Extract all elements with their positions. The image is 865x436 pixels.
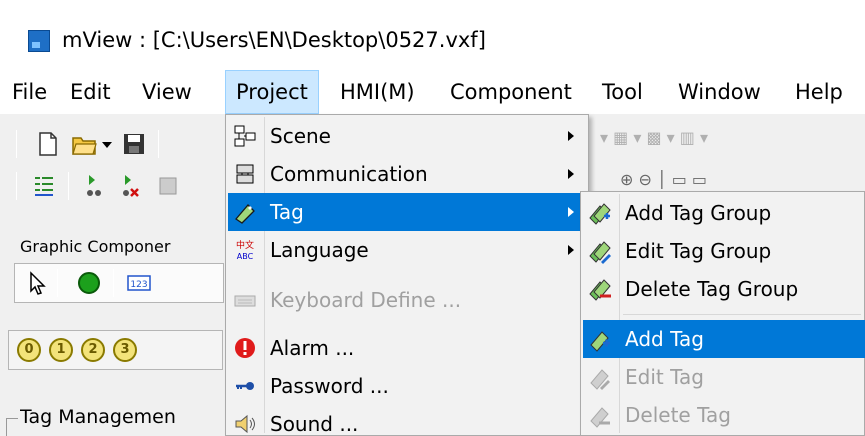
download-icon[interactable] xyxy=(80,172,108,200)
svg-text:中文: 中文 xyxy=(236,239,254,251)
menu-hmi[interactable]: HMI(M) xyxy=(330,70,425,114)
open-folder-icon[interactable] xyxy=(70,130,98,158)
pointer-icon[interactable] xyxy=(23,269,51,297)
menu-item-delete-tag-group[interactable]: Delete Tag Group xyxy=(583,270,865,308)
svg-text:ABC: ABC xyxy=(237,252,254,261)
menu-item-label: Communication xyxy=(270,162,428,186)
menu-item-label: Delete Tag Group xyxy=(625,277,799,301)
menu-item-label: Sound ... xyxy=(270,412,359,436)
stop-download-icon[interactable] xyxy=(116,172,144,200)
menu-item-label: Add Tag Group xyxy=(625,201,772,225)
submenu-arrow-icon xyxy=(568,131,574,141)
open-dropdown-icon[interactable] xyxy=(102,142,112,148)
list-icon[interactable] xyxy=(30,172,58,200)
menu-item-label: Language xyxy=(270,238,369,262)
menu-item-label: Delete Tag xyxy=(625,403,731,427)
menu-item-tag[interactable]: Tag xyxy=(228,193,586,231)
menu-item-label: Keyboard Define ... xyxy=(270,288,462,312)
lamp-icon[interactable] xyxy=(75,269,103,297)
sound-icon xyxy=(235,414,255,434)
menu-item-edit-tag-group[interactable]: Edit Tag Group xyxy=(583,232,865,270)
menu-item-label: Password ... xyxy=(270,374,389,398)
menu-help[interactable]: Help xyxy=(785,70,853,114)
menu-item-label: Edit Tag Group xyxy=(625,239,772,263)
number-3-button[interactable]: 3 xyxy=(113,338,137,362)
communication-icon xyxy=(236,164,254,184)
menu-bar: File Edit View Project HMI(M) Component … xyxy=(0,70,865,114)
svg-text:123: 123 xyxy=(130,280,147,290)
title-bar: mView : [C:\Users\EN\Desktop\0527.vxf] xyxy=(0,0,865,70)
menu-item-scene[interactable]: Scene xyxy=(228,117,586,155)
grid-icon[interactable] xyxy=(154,172,182,200)
menu-item-add-tag-group[interactable]: Add Tag Group xyxy=(583,194,865,232)
menu-item-keyboard-define: Keyboard Define ... xyxy=(228,281,586,319)
new-file-icon[interactable] xyxy=(34,130,62,158)
menu-item-sound[interactable]: Sound ... xyxy=(228,405,586,436)
file-toolbar xyxy=(8,124,228,164)
delete-tag-group-icon xyxy=(589,279,611,301)
delete-tag-icon xyxy=(590,407,610,428)
menu-edit[interactable]: Edit xyxy=(60,70,121,114)
tag-icon xyxy=(235,204,255,224)
tag-submenu: Add Tag Group Edit Tag Group Delete Tag … xyxy=(580,191,865,436)
edit-tag-icon xyxy=(590,369,610,390)
left-toolbar-area: Graphic Componer 123 0 1 2 3 Tag Managem… xyxy=(0,114,240,436)
menu-item-label: Scene xyxy=(270,124,331,148)
scene-icon xyxy=(234,125,256,147)
number-2-button[interactable]: 2 xyxy=(81,338,105,362)
submenu-arrow-icon xyxy=(568,207,574,217)
language-icon: 中文ABC xyxy=(236,239,254,261)
edit-tag-group-icon xyxy=(589,241,611,264)
menu-item-communication[interactable]: Communication xyxy=(228,155,586,193)
menu-item-alarm[interactable]: Alarm ... xyxy=(228,329,586,367)
menu-separator xyxy=(623,314,861,315)
add-tag-icon xyxy=(590,331,610,352)
menu-item-add-tag[interactable]: Add Tag xyxy=(583,320,865,358)
menu-item-language[interactable]: 中文 ABC Language xyxy=(228,231,586,269)
edit-toolbar xyxy=(8,166,228,206)
project-menu: Scene Communication Tag 中文 ABC Language K… xyxy=(225,114,589,436)
number-1-button[interactable]: 1 xyxy=(49,338,73,362)
graphic-components-label: Graphic Componer xyxy=(20,237,171,256)
zoom-icons: ⊕ ⊖ │ ▭ ▭ xyxy=(620,170,708,189)
graphic-components-toolbar: 123 xyxy=(14,263,224,303)
app-logo-icon xyxy=(28,30,50,52)
group-box-border xyxy=(6,418,18,436)
alarm-icon xyxy=(235,338,255,358)
menu-tool[interactable]: Tool xyxy=(592,70,653,114)
window-title: mView : [C:\Users\EN\Desktop\0527.vxf] xyxy=(62,28,486,52)
password-icon xyxy=(236,382,254,390)
menu-item-label: Edit Tag xyxy=(625,365,704,389)
right-toolbar-area: ▾ ▦ ▾ ▩ ▾ ▥ ▾ ⊕ ⊖ │ ▭ ▭ xyxy=(580,114,865,194)
number-buttons-toolbar: 0 1 2 3 xyxy=(8,330,223,370)
toolbar-icons-faded: ▾ ▦ ▾ ▩ ▾ ▥ ▾ xyxy=(600,128,708,147)
menu-component[interactable]: Component xyxy=(440,70,582,114)
number-0-button[interactable]: 0 xyxy=(17,338,41,362)
menu-item-label: Add Tag xyxy=(625,327,704,351)
keyboard-icon xyxy=(234,295,256,307)
submenu-arrow-icon xyxy=(568,169,574,179)
menu-item-delete-tag: Delete Tag xyxy=(583,396,865,434)
menu-item-label: Tag xyxy=(270,200,304,224)
add-tag-group-icon xyxy=(589,203,611,225)
menu-file[interactable]: File xyxy=(2,70,57,114)
menu-item-password[interactable]: Password ... xyxy=(228,367,586,405)
save-icon[interactable] xyxy=(120,130,148,158)
menu-item-edit-tag: Edit Tag xyxy=(583,358,865,396)
numeric-display-icon[interactable]: 123 xyxy=(125,269,153,297)
menu-view[interactable]: View xyxy=(132,70,202,114)
submenu-arrow-icon xyxy=(568,245,574,255)
menu-project[interactable]: Project xyxy=(225,70,319,114)
menu-window[interactable]: Window xyxy=(668,70,771,114)
menu-item-label: Alarm ... xyxy=(270,336,355,360)
tag-management-label: Tag Managemen xyxy=(20,406,176,428)
